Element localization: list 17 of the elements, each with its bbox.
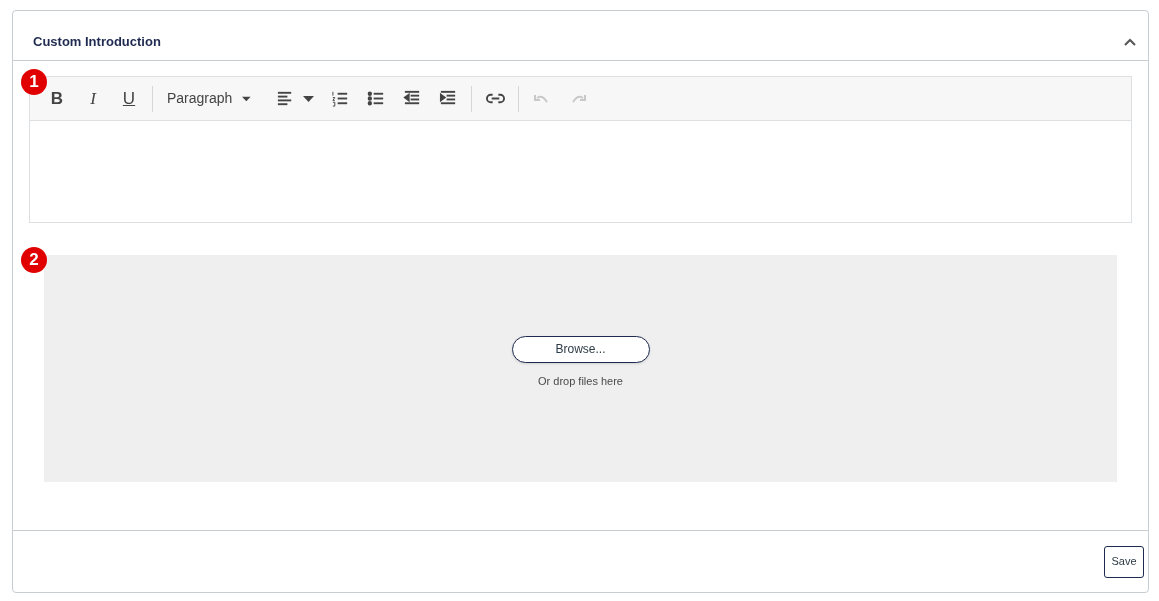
file-drop-zone[interactable]: Browse... Or drop files here (44, 255, 1117, 482)
browse-button[interactable]: Browse... (511, 335, 650, 363)
panel-title: Custom Introduction (33, 32, 161, 51)
caret-icon (242, 95, 251, 102)
redo-icon (570, 94, 586, 103)
step-marker: 2 (21, 247, 47, 273)
numbered-list-icon (330, 89, 350, 108)
collapse-chevron-icon[interactable] (1124, 37, 1136, 46)
drop-hint: Or drop files here (538, 373, 623, 389)
italic-button[interactable]: I (76, 83, 110, 114)
undo-icon (534, 94, 550, 103)
save-button[interactable]: Save (1104, 545, 1144, 578)
step-marker: 1 (21, 69, 47, 95)
underline-button[interactable]: U (112, 83, 146, 114)
bullet-list-icon (366, 89, 386, 108)
caret-icon (303, 95, 314, 102)
paragraph-format-dropdown[interactable]: Paragraph (159, 83, 259, 114)
